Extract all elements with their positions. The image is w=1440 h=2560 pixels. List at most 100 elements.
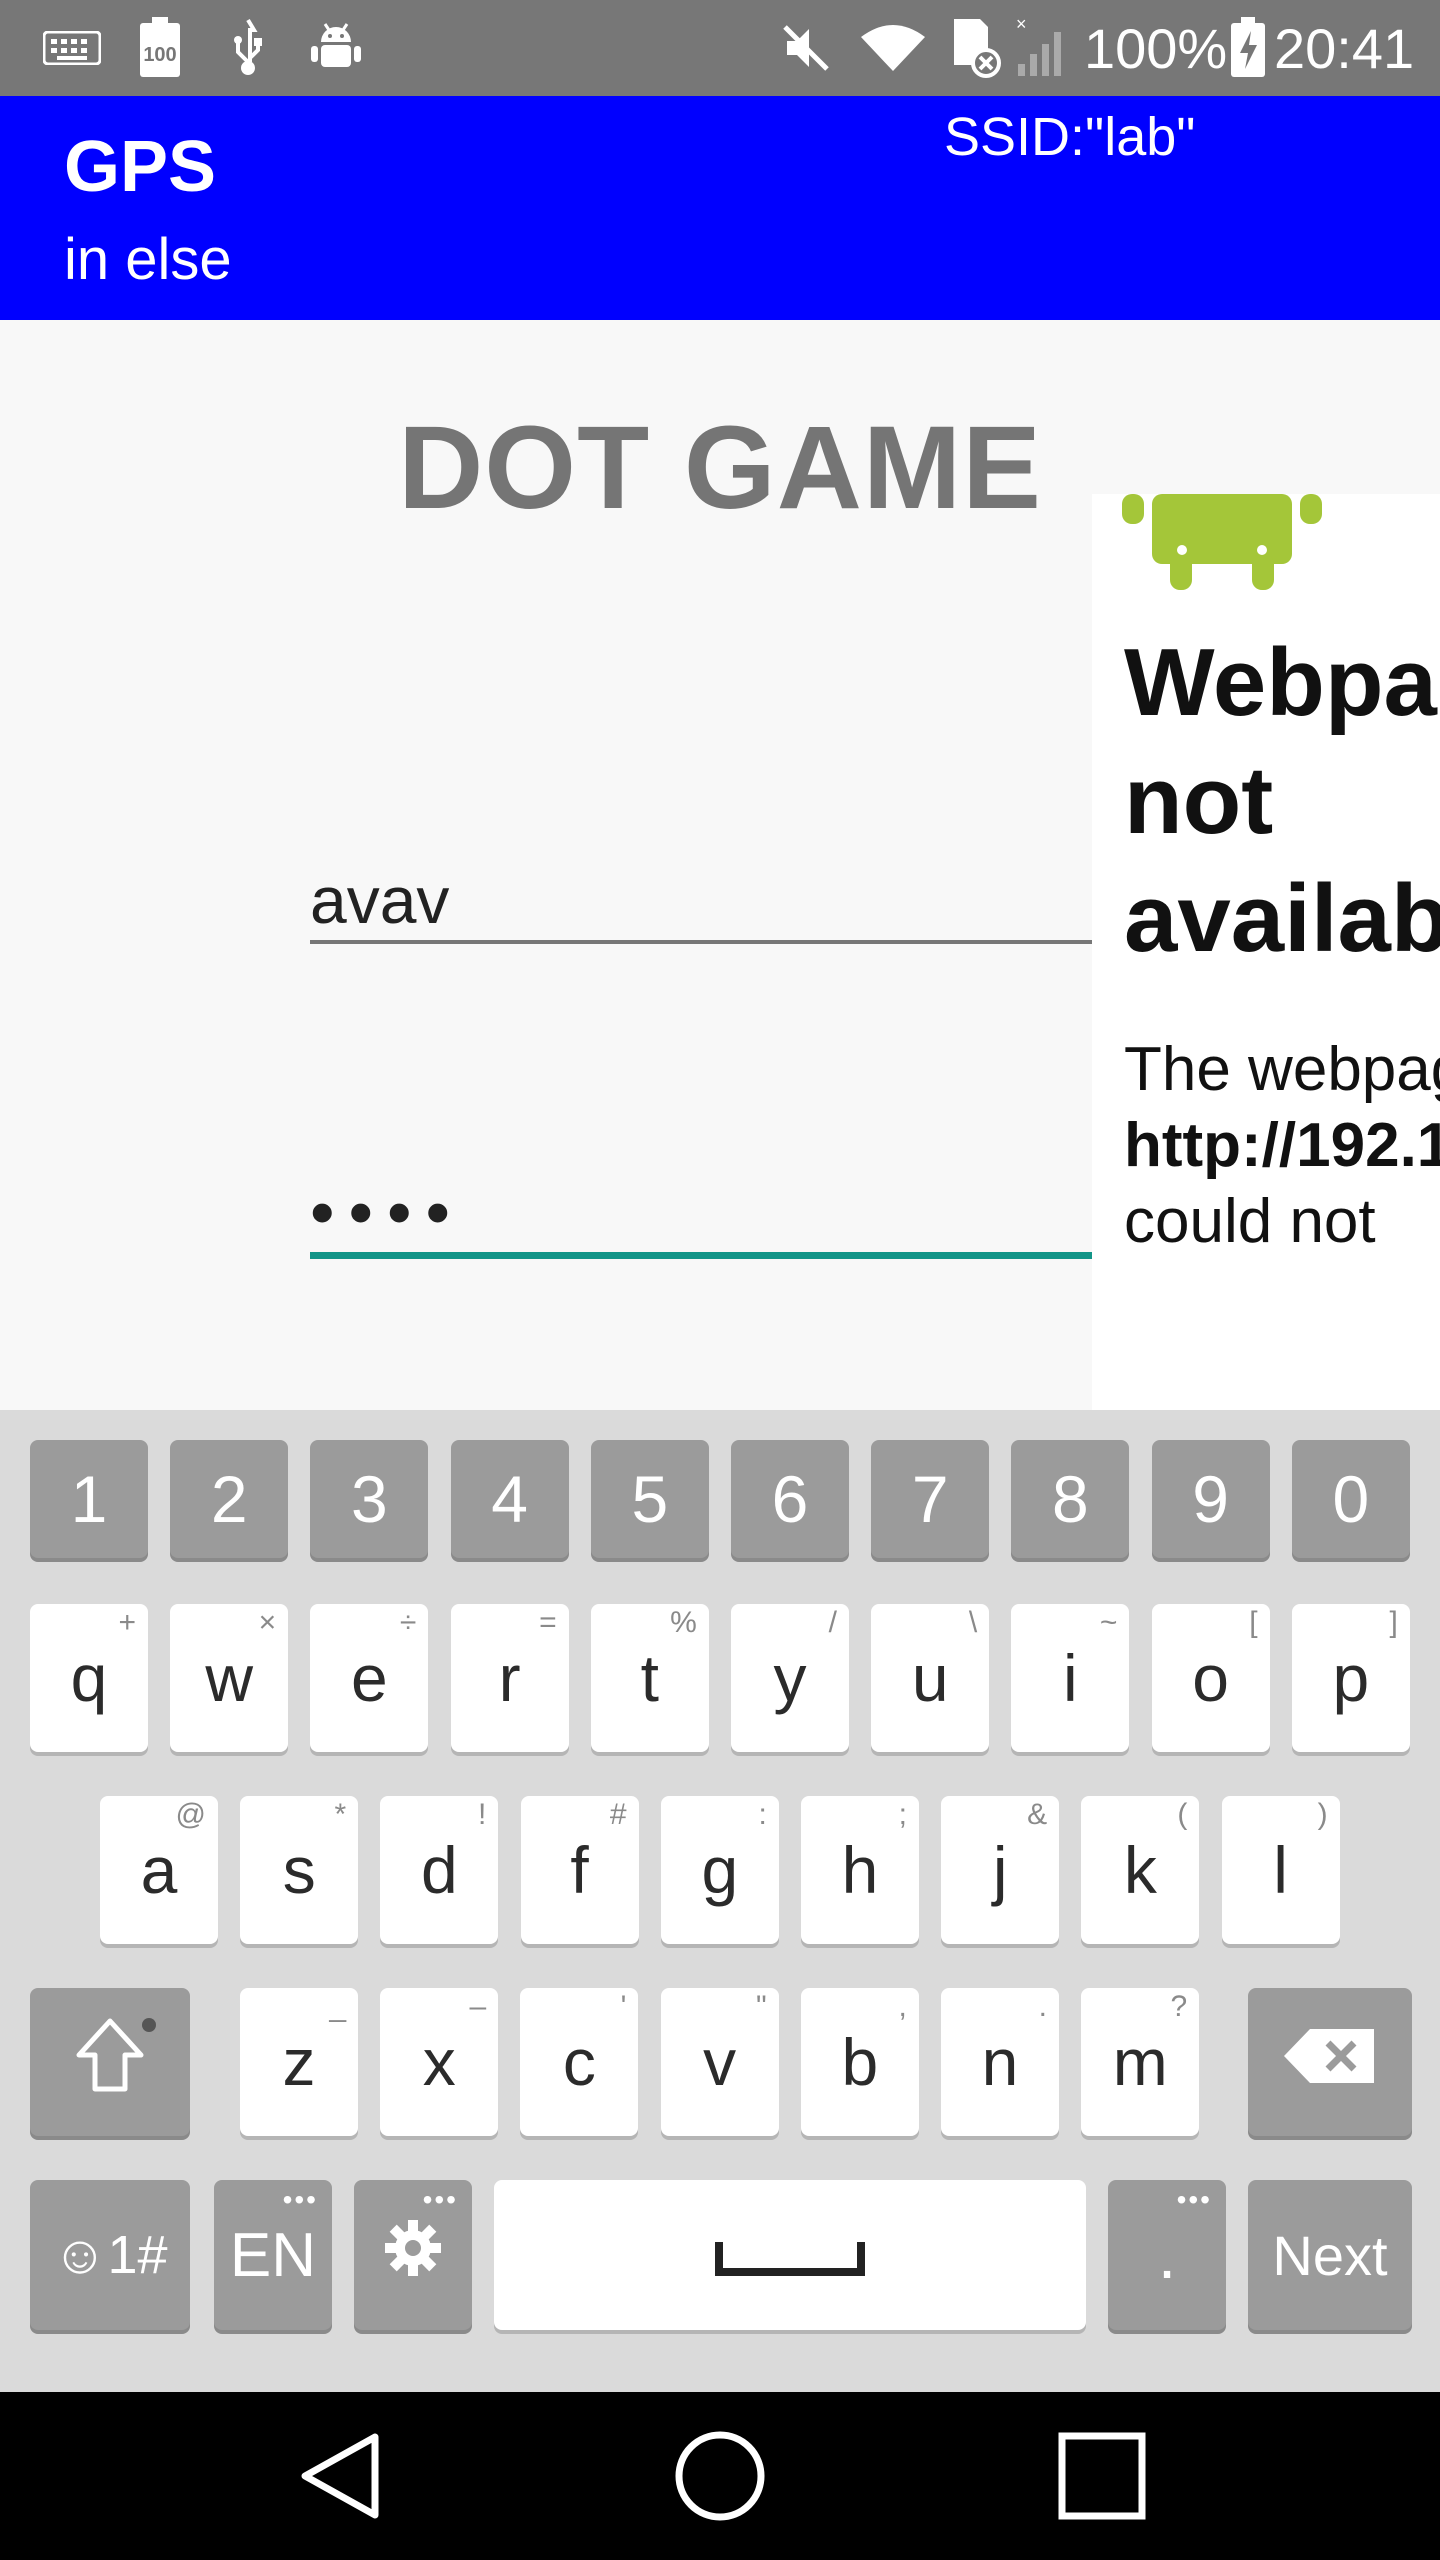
key-d[interactable]: d! bbox=[380, 1796, 499, 1944]
key-0[interactable]: 0 bbox=[1291, 1440, 1410, 1558]
key-c[interactable]: c ' bbox=[520, 1988, 639, 2136]
username-field[interactable]: avav bbox=[310, 860, 1092, 944]
key-b[interactable]: b, bbox=[800, 1988, 919, 2136]
webview-error-panel: Webpage not available The webpage at htt… bbox=[1092, 494, 1440, 1410]
key-d-hint: ! bbox=[478, 1798, 487, 1831]
key-k-hint: ( bbox=[1177, 1798, 1188, 1831]
key-o[interactable]: o[ bbox=[1151, 1604, 1270, 1752]
recents-icon[interactable] bbox=[1052, 2426, 1152, 2526]
key-v-label: v bbox=[703, 2025, 737, 2099]
keyboard-icon bbox=[40, 18, 104, 78]
key-c-label: c bbox=[562, 2025, 596, 2099]
key-z[interactable]: z _ bbox=[240, 1988, 358, 2136]
key-e-label: e bbox=[351, 1641, 388, 1715]
key-u-label: u bbox=[911, 1641, 949, 1715]
period-key[interactable]: . ••• bbox=[1108, 2180, 1226, 2330]
key-6-label: 6 bbox=[771, 1462, 809, 1536]
key-3-label: 3 bbox=[351, 1462, 388, 1536]
key-3[interactable]: 3 bbox=[310, 1440, 429, 1558]
key-o-hint: [ bbox=[1249, 1606, 1258, 1639]
key-f-hint: # bbox=[609, 1798, 627, 1831]
key-w-label: w bbox=[205, 1641, 254, 1715]
key-t-hint: % bbox=[670, 1606, 697, 1639]
battery-100-icon: 100 bbox=[132, 17, 188, 78]
language-key[interactable]: EN ••• bbox=[214, 2180, 332, 2330]
key-f[interactable]: f # bbox=[520, 1796, 639, 1944]
key-4[interactable]: 4 bbox=[450, 1440, 569, 1558]
key-v-hint: " bbox=[755, 1990, 767, 2023]
key-0-label: 0 bbox=[1332, 1462, 1370, 1536]
key-b-label: b bbox=[841, 2025, 879, 2099]
key-4-label: 4 bbox=[491, 1462, 528, 1536]
key-s-label: s bbox=[282, 1833, 316, 1907]
next-key[interactable]: Next bbox=[1248, 2180, 1412, 2330]
key-f-label: f bbox=[570, 1833, 589, 1907]
key-2-label: 2 bbox=[210, 1462, 248, 1536]
key-6[interactable]: 6 bbox=[731, 1440, 849, 1558]
key-w[interactable]: w × bbox=[170, 1604, 289, 1752]
space-key[interactable] bbox=[494, 2180, 1086, 2330]
key-q-hint: + bbox=[118, 1606, 136, 1639]
key-u[interactable]: u \ bbox=[871, 1604, 990, 1752]
key-v[interactable]: v " bbox=[660, 1988, 779, 2136]
app-title: GPS bbox=[64, 127, 217, 207]
key-e[interactable]: e ÷ bbox=[310, 1604, 429, 1752]
key-k[interactable]: k( bbox=[1081, 1796, 1200, 1944]
key-j-hint: & bbox=[1027, 1798, 1048, 1831]
key-y[interactable]: y / bbox=[731, 1604, 849, 1752]
key-z-label: z bbox=[282, 2025, 316, 2099]
period-key-label: . bbox=[1157, 2218, 1177, 2292]
key-9[interactable]: 9 bbox=[1151, 1440, 1270, 1558]
key-p[interactable]: p] bbox=[1291, 1604, 1410, 1752]
key-l-hint: ) bbox=[1317, 1798, 1328, 1831]
app-bar: GPS in else SSID:"lab" bbox=[0, 96, 1440, 320]
key-t[interactable]: t% bbox=[590, 1604, 709, 1752]
key-8-label: 8 bbox=[1052, 1462, 1089, 1536]
back-icon[interactable] bbox=[290, 2426, 390, 2526]
key-2[interactable]: 2 bbox=[170, 1440, 289, 1558]
language-key-label: EN bbox=[229, 2220, 317, 2290]
password-field[interactable]: •••• bbox=[310, 1172, 1092, 1259]
usb-icon bbox=[220, 18, 276, 78]
key-s[interactable]: s * bbox=[240, 1796, 359, 1944]
key-x[interactable]: x – bbox=[380, 1988, 499, 2136]
key-a[interactable]: a @ bbox=[100, 1796, 218, 1944]
backspace-key[interactable] bbox=[1248, 1988, 1412, 2136]
home-icon[interactable] bbox=[670, 2426, 770, 2526]
key-l[interactable]: l) bbox=[1221, 1796, 1340, 1944]
key-r[interactable]: r = bbox=[450, 1604, 569, 1752]
key-1[interactable]: 1 bbox=[30, 1440, 148, 1558]
key-q-label: q bbox=[70, 1641, 108, 1715]
key-8[interactable]: 8 bbox=[1011, 1440, 1130, 1558]
android-robot-icon bbox=[1122, 494, 1322, 599]
status-bar: 100 × 100% 20:41 bbox=[0, 0, 1440, 96]
caps-indicator bbox=[142, 2018, 156, 2032]
symbols-key[interactable]: ☺1# bbox=[30, 2180, 190, 2330]
more-dots-icon: ••• bbox=[1176, 2184, 1212, 2215]
soft-keyboard: 1 2 3 4 5 6 7 8 9 0 q + w × e ÷ r = t% y / u \ i ~ o[p] a @ s * d! f # g:… bbox=[0, 1410, 1440, 2392]
key-q[interactable]: q + bbox=[30, 1604, 148, 1752]
settings-key[interactable]: ••• bbox=[354, 2180, 472, 2330]
key-m-hint: ? bbox=[1170, 1990, 1188, 2023]
key-n[interactable]: n. bbox=[941, 1988, 1059, 2136]
shift-arrow-icon bbox=[75, 2017, 145, 2108]
key-a-label: a bbox=[140, 1833, 178, 1907]
key-l-label: l bbox=[1273, 1833, 1288, 1907]
key-r-label: r bbox=[498, 1641, 521, 1715]
key-h-label: h bbox=[841, 1833, 879, 1907]
key-j[interactable]: j & bbox=[941, 1796, 1060, 1944]
key-x-hint: – bbox=[469, 1990, 487, 2023]
key-r-hint: = bbox=[539, 1606, 557, 1639]
key-h[interactable]: h; bbox=[801, 1796, 919, 1944]
key-7[interactable]: 7 bbox=[871, 1440, 990, 1558]
key-5[interactable]: 5 bbox=[590, 1440, 709, 1558]
key-e-hint: ÷ bbox=[399, 1606, 417, 1639]
key-i[interactable]: i ~ bbox=[1011, 1604, 1130, 1752]
key-o-label: o bbox=[1192, 1641, 1229, 1715]
sd-card-icon bbox=[944, 18, 1004, 78]
key-m[interactable]: m? bbox=[1081, 1988, 1200, 2136]
mute-icon bbox=[778, 18, 834, 78]
key-g[interactable]: g: bbox=[660, 1796, 779, 1944]
shift-key[interactable] bbox=[30, 1988, 190, 2136]
key-7-label: 7 bbox=[911, 1462, 949, 1536]
